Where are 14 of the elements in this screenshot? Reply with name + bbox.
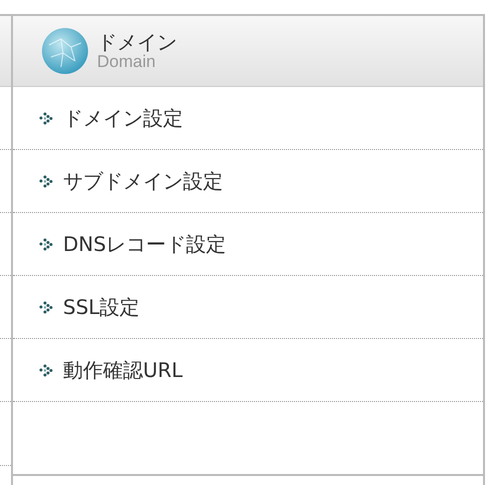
section-subtitle: Domain	[97, 52, 157, 72]
arrow-icon	[39, 111, 53, 125]
arrow-icon	[39, 237, 53, 251]
arrow-icon	[39, 300, 53, 314]
section-title: ドメイン	[97, 30, 177, 53]
column-header	[0, 16, 11, 87]
menu-link[interactable]: ドメイン設定	[63, 104, 183, 132]
arrow-icon	[39, 363, 53, 377]
menu-link[interactable]: DNSレコード設定	[63, 230, 226, 258]
arrow-icon	[39, 174, 53, 188]
globe-icon	[41, 27, 89, 75]
menu-link[interactable]: 動作確認URL	[63, 356, 183, 384]
menu-link[interactable]: サブドメイン設定	[63, 168, 223, 194]
menu-link[interactable]: SSL設定	[63, 294, 140, 320]
